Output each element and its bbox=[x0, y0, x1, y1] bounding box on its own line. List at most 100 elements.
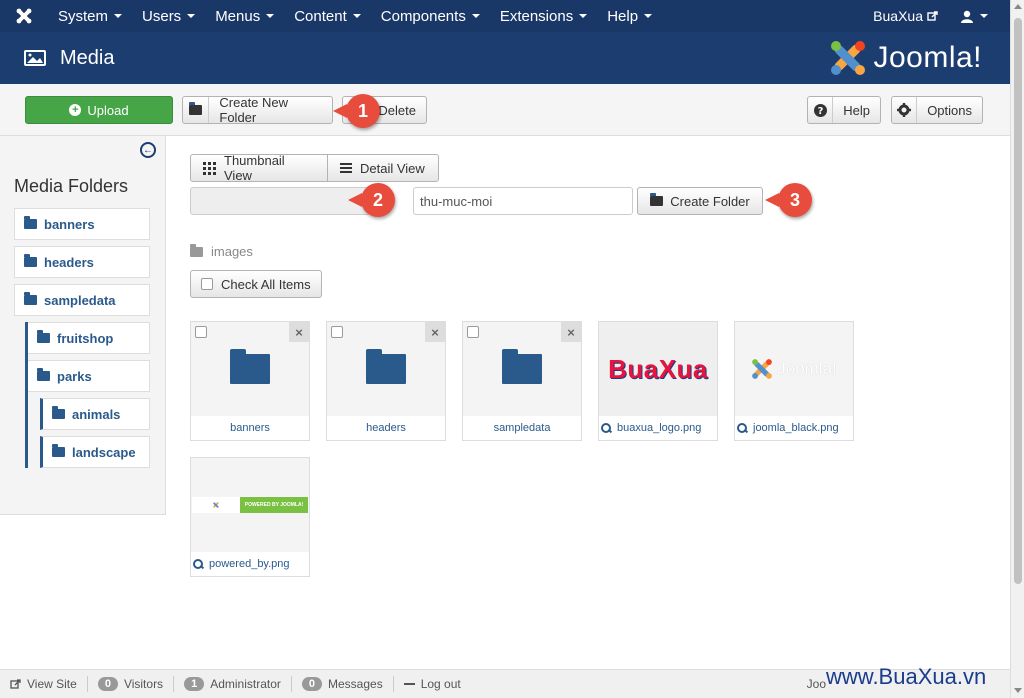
check-all-button[interactable]: Check All Items bbox=[190, 270, 322, 298]
scroll-up-arrow-icon[interactable] bbox=[1014, 4, 1022, 9]
joomla-logo-icon bbox=[752, 359, 773, 379]
create-folder-button[interactable]: Create Folder bbox=[637, 187, 763, 215]
messages-label: Messages bbox=[328, 677, 383, 691]
external-link-icon bbox=[10, 678, 21, 689]
menu-help[interactable]: Help bbox=[597, 0, 662, 32]
media-item-headers[interactable]: × headers bbox=[326, 321, 446, 441]
vertical-scrollbar[interactable] bbox=[1010, 0, 1024, 698]
joomla-wordmark: Joomla! bbox=[777, 359, 837, 378]
view-site-link[interactable]: View Site bbox=[0, 676, 88, 692]
folder-icon bbox=[24, 254, 37, 267]
joomla-logo: Joomla! bbox=[829, 39, 982, 77]
folder-label: banners bbox=[44, 216, 95, 232]
item-checkbox[interactable] bbox=[467, 326, 479, 338]
item-checkbox[interactable] bbox=[195, 326, 207, 338]
user-menu[interactable] bbox=[948, 10, 1010, 23]
media-item-buaxua-logo[interactable]: BuaXua buaxua_logo.png bbox=[598, 321, 718, 441]
visitors-link[interactable]: 0 Visitors bbox=[88, 676, 175, 692]
external-link-icon bbox=[927, 10, 938, 21]
sidebar-folder-sampledata[interactable]: sampledata bbox=[14, 284, 150, 316]
menu-extensions[interactable]: Extensions bbox=[490, 0, 597, 32]
menu-label: Content bbox=[294, 7, 347, 25]
scroll-down-arrow-icon[interactable] bbox=[1014, 688, 1022, 693]
help-button[interactable]: ? Help bbox=[807, 96, 881, 124]
caret-down-icon bbox=[579, 14, 588, 18]
create-folder-label: Create Folder bbox=[670, 193, 750, 209]
administrator-badge: 1 bbox=[184, 677, 205, 691]
folder-open-icon bbox=[650, 193, 664, 206]
folder-icon bbox=[502, 349, 542, 384]
menu-users[interactable]: Users bbox=[132, 0, 205, 32]
menu-content[interactable]: Content bbox=[284, 0, 371, 32]
logout-label: Log out bbox=[420, 677, 461, 691]
checkbox[interactable] bbox=[201, 278, 213, 290]
check-all-label: Check All Items bbox=[221, 276, 311, 292]
collapse-sidebar-icon[interactable]: ← bbox=[140, 142, 156, 158]
item-caption[interactable]: buaxua_logo.png bbox=[599, 416, 717, 440]
create-new-folder-button[interactable]: Create New Folder bbox=[182, 95, 333, 125]
item-label[interactable]: sampledata bbox=[463, 416, 581, 440]
messages-link[interactable]: 0 Messages bbox=[292, 676, 394, 692]
view-site-label: View Site bbox=[27, 677, 77, 691]
upload-button[interactable]: + Upload bbox=[25, 96, 173, 124]
image-thumbnail[interactable]: BuaXua bbox=[599, 322, 717, 416]
media-item-banners[interactable]: × banners bbox=[190, 321, 310, 441]
image-thumbnail[interactable]: POWERED BY JOOMLA! bbox=[191, 458, 309, 552]
magnifier-icon bbox=[737, 422, 748, 434]
top-navbar: System Users Menus Content Components Ex… bbox=[0, 0, 1010, 32]
menu-label: Help bbox=[607, 7, 639, 25]
item-label[interactable]: banners bbox=[191, 416, 309, 440]
folder-label: animals bbox=[72, 406, 121, 422]
delete-icon[interactable]: × bbox=[425, 322, 445, 342]
tree-line bbox=[25, 322, 28, 468]
detail-view-button[interactable]: Detail View bbox=[327, 154, 439, 182]
administrator-link[interactable]: 1 Administrator bbox=[174, 676, 292, 692]
folder-icon bbox=[52, 406, 65, 419]
detail-view-label: Detail View bbox=[360, 160, 425, 176]
menu-system[interactable]: System bbox=[48, 0, 132, 32]
menu-menus[interactable]: Menus bbox=[205, 0, 284, 32]
site-link[interactable]: BuaXua bbox=[863, 8, 948, 24]
sidebar-folder-banners[interactable]: banners bbox=[14, 208, 150, 240]
sidebar-folder-landscape[interactable]: landscape bbox=[40, 436, 150, 468]
joomla-menu-icon[interactable] bbox=[0, 0, 48, 32]
create-new-folder-label: Create New Folder bbox=[219, 95, 289, 125]
gear-icon bbox=[892, 97, 918, 123]
image-thumbnail[interactable]: Joomla! bbox=[735, 322, 853, 416]
item-checkbox[interactable] bbox=[331, 326, 343, 338]
caret-down-icon bbox=[644, 14, 653, 18]
breadcrumb-label[interactable]: images bbox=[211, 244, 253, 259]
sidebar-folder-headers[interactable]: headers bbox=[14, 246, 150, 278]
plus-icon: + bbox=[69, 104, 82, 116]
options-button[interactable]: Options bbox=[891, 96, 983, 124]
svg-text:?: ? bbox=[817, 106, 823, 117]
item-label: joomla_black.png bbox=[753, 422, 839, 434]
caret-down-icon bbox=[980, 14, 988, 18]
media-folders-sidebar: ← Media Folders banners headers sampleda… bbox=[0, 136, 166, 515]
logout-link[interactable]: Log out bbox=[394, 676, 471, 692]
watermark: www.BuaXua.vn bbox=[826, 664, 987, 689]
item-caption[interactable]: joomla_black.png bbox=[735, 416, 853, 440]
media-item-joomla-black[interactable]: Joomla! joomla_black.png bbox=[734, 321, 854, 441]
media-item-powered-by[interactable]: POWERED BY JOOMLA! powered_by.png bbox=[190, 457, 310, 577]
site-name: BuaXua bbox=[873, 8, 923, 24]
sidebar-folder-animals[interactable]: animals bbox=[40, 398, 150, 430]
delete-icon[interactable]: × bbox=[289, 322, 309, 342]
menu-label: Components bbox=[380, 7, 466, 25]
item-caption[interactable]: powered_by.png bbox=[191, 552, 309, 576]
media-item-sampledata[interactable]: × sampledata bbox=[462, 321, 582, 441]
image-icon bbox=[24, 50, 46, 66]
sidebar-folder-parks[interactable]: parks bbox=[25, 360, 150, 392]
sidebar-folder-fruitshop[interactable]: fruitshop bbox=[25, 322, 150, 354]
folder-path-field[interactable] bbox=[190, 187, 370, 215]
delete-icon[interactable]: × bbox=[561, 322, 581, 342]
item-label[interactable]: headers bbox=[327, 416, 445, 440]
delete-label: Delete bbox=[378, 102, 416, 118]
thumbnail-view-button[interactable]: Thumbnail View bbox=[190, 153, 328, 183]
folder-name-input[interactable] bbox=[413, 187, 633, 215]
item-label: buaxua_logo.png bbox=[617, 422, 702, 434]
menu-components[interactable]: Components bbox=[371, 0, 490, 32]
scrollbar-thumb[interactable] bbox=[1014, 18, 1022, 584]
menu-label: Menus bbox=[215, 7, 261, 25]
folder-label: headers bbox=[44, 254, 94, 270]
